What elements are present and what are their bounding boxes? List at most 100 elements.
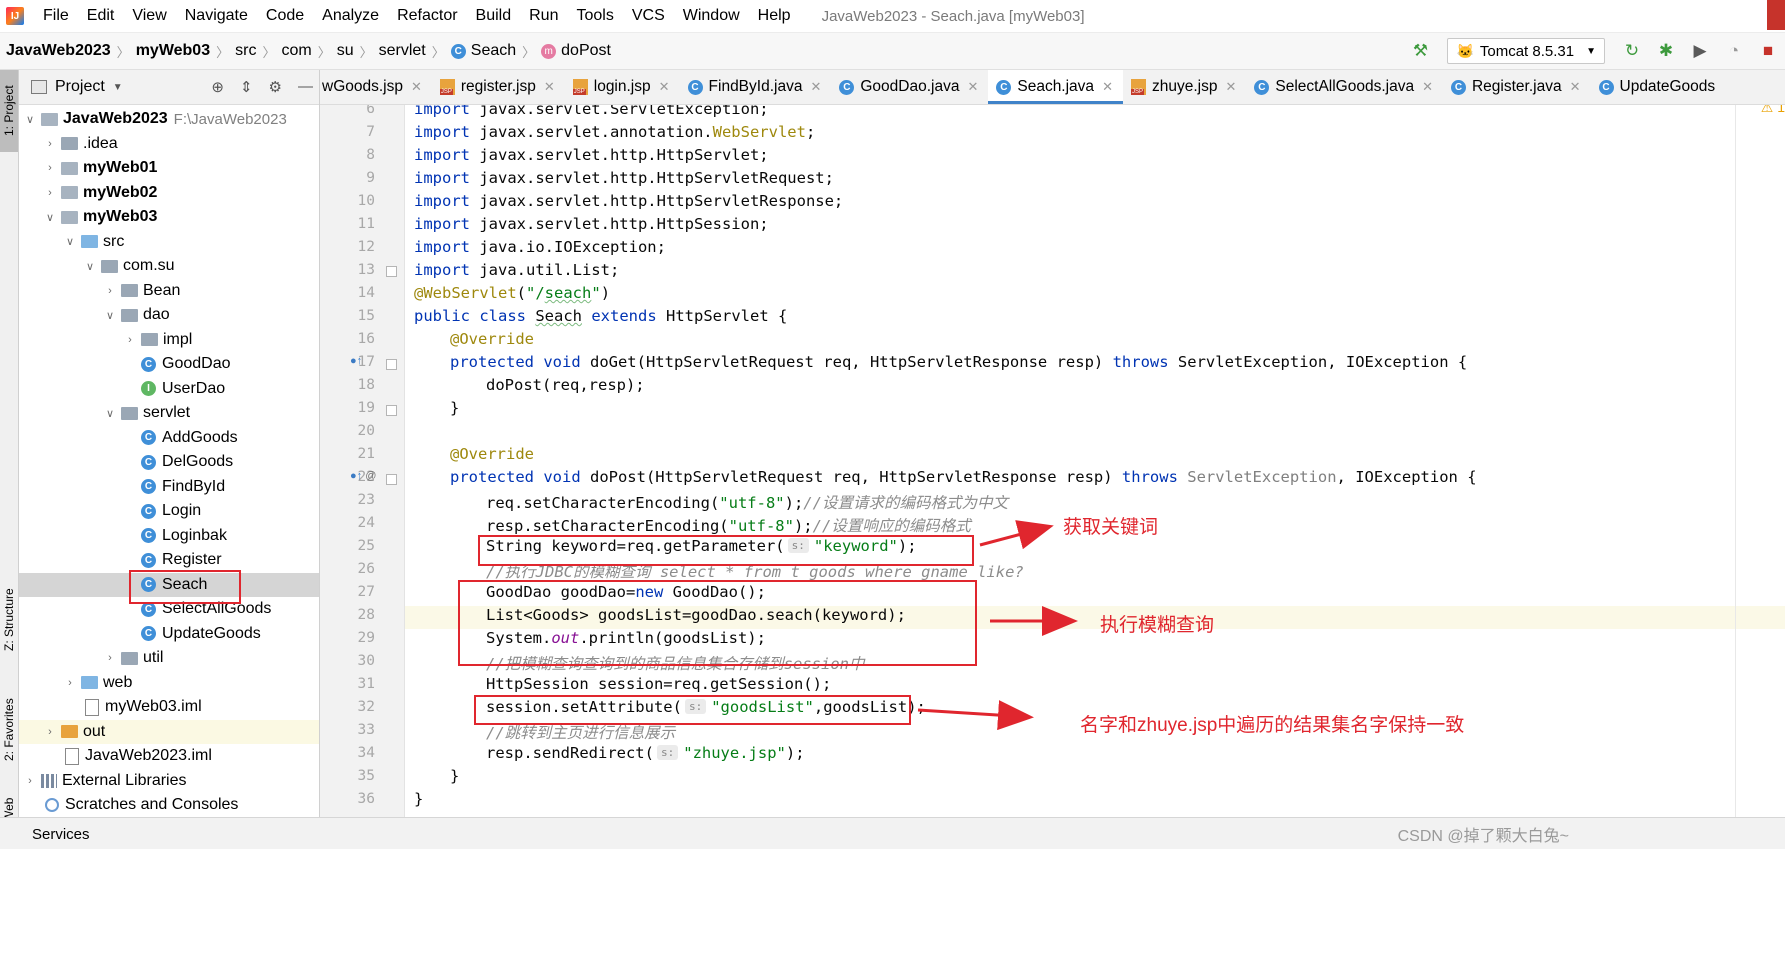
chevron-down-icon[interactable]: ∨ [43,211,57,224]
tab-wgoods-jsp[interactable]: wGoods.jsp ✕ [320,70,432,104]
crumb-su[interactable]: su [337,42,354,60]
tree-item[interactable]: › .idea [19,132,319,157]
close-icon[interactable]: ✕ [1570,79,1581,95]
menu-file[interactable]: File [34,7,78,25]
crumb-class[interactable]: Seach [471,42,516,60]
tree-item[interactable]: JavaWeb2023.iml [19,744,319,769]
tab-selectallgoods-java[interactable]: C SelectAllGoods.java ✕ [1246,70,1443,104]
menu-run[interactable]: Run [520,7,567,25]
services-tool-button[interactable]: Services [32,826,90,843]
chevron-down-icon[interactable]: ∨ [23,113,37,126]
close-icon[interactable]: ✕ [1422,79,1433,95]
menu-vcs[interactable]: VCS [623,7,674,25]
tree-item[interactable]: › web [19,671,319,696]
menu-analyze[interactable]: Analyze [313,7,388,25]
tree-item[interactable]: myWeb03.iml [19,695,319,720]
tree-item[interactable]: › out [19,719,319,744]
tree-item[interactable]: C DelGoods [19,450,319,475]
collapse-all-icon[interactable]: ⇕ [240,78,253,96]
chevron-down-icon[interactable]: ∨ [63,235,77,248]
chevron-right-icon[interactable]: › [43,726,57,738]
run-configuration-select[interactable]: 🐱 Tomcat 8.5.31 ▼ [1447,38,1605,64]
close-icon[interactable]: ✕ [967,79,978,95]
tab-favorites-tool[interactable]: 2: Favorites [0,685,18,775]
close-icon[interactable]: ✕ [544,79,555,95]
chevron-down-icon[interactable]: ∨ [103,309,117,322]
menu-tools[interactable]: Tools [567,7,622,25]
tab-project-tool[interactable]: 1: Project [0,70,18,152]
hide-minus-icon[interactable]: — [298,78,313,96]
crumb-servlet[interactable]: servlet [379,42,426,60]
tab-findbyid-java[interactable]: C FindById.java ✕ [680,70,832,104]
tree-item[interactable]: Scratches and Consoles [19,793,319,818]
rerun-icon[interactable]: ↻ [1622,41,1642,61]
close-icon[interactable]: ✕ [411,79,422,95]
tree-item[interactable]: › myWeb02 [19,181,319,206]
tree-item[interactable]: ∨ JavaWeb2023 F:\JavaWeb2023 [19,107,319,132]
fold-toggle-icon[interactable] [386,266,397,277]
tab-updategoods-java[interactable]: C UpdateGoods [1591,70,1726,104]
window-close-button[interactable] [1767,0,1785,30]
fold-toggle-icon[interactable] [386,474,397,485]
tab-login-jsp[interactable]: login.jsp ✕ [565,70,680,104]
override-method-icon[interactable]: ●↑ @ [350,470,376,482]
tree-item[interactable]: C Login [19,499,319,524]
tab-register-java[interactable]: C Register.java ✕ [1443,70,1591,104]
tree-item[interactable]: C UpdateGoods [19,622,319,647]
menu-view[interactable]: View [123,7,175,25]
tree-item[interactable]: › External Libraries [19,769,319,794]
project-panel-title[interactable]: Project [55,78,105,96]
tab-seach-java[interactable]: C Seach.java ✕ [988,70,1123,104]
tab-structure-tool[interactable]: Z: Structure [0,575,18,665]
crumb-src[interactable]: src [235,42,256,60]
tree-item[interactable]: ∨ com.su [19,254,319,279]
menu-build[interactable]: Build [467,7,521,25]
crumb-com[interactable]: com [281,42,311,60]
tree-item[interactable]: C AddGoods [19,426,319,451]
menu-help[interactable]: Help [749,7,800,25]
crumb-module[interactable]: myWeb03 [136,42,210,60]
close-icon[interactable]: ✕ [659,79,670,95]
tree-item[interactable]: › impl [19,328,319,353]
tree-item[interactable]: I UserDao [19,377,319,402]
tree-item[interactable]: › Bean [19,279,319,304]
tab-register-jsp[interactable]: register.jsp ✕ [432,70,565,104]
coverage-icon[interactable]: ▶ [1690,41,1710,61]
chevron-right-icon[interactable]: › [103,652,117,664]
chevron-right-icon[interactable]: › [103,285,117,297]
gear-icon[interactable]: ⚙ [269,78,282,96]
tree-item[interactable]: C Loginbak [19,524,319,549]
close-icon[interactable]: ✕ [810,79,821,95]
chevron-down-icon[interactable]: ∨ [103,407,117,420]
fold-toggle-icon[interactable] [386,359,397,370]
tree-item[interactable]: › myWeb01 [19,156,319,181]
chevron-right-icon[interactable]: › [43,187,57,199]
override-method-icon[interactable]: ●↑ [350,355,362,367]
menu-code[interactable]: Code [257,7,313,25]
chevron-right-icon[interactable]: › [123,334,137,346]
close-icon[interactable]: ✕ [1225,79,1236,95]
chevron-down-icon[interactable]: ▼ [113,82,123,93]
tab-zhuye-jsp[interactable]: zhuye.jsp ✕ [1123,70,1246,104]
tab-gooddao-java[interactable]: C GoodDao.java ✕ [831,70,988,104]
build-hammer-icon[interactable]: ⚒ [1410,41,1430,61]
tree-item[interactable]: ∨ dao [19,303,319,328]
menu-window[interactable]: Window [674,7,749,25]
profile-icon[interactable]: ◔ [1724,41,1744,61]
menu-edit[interactable]: Edit [78,7,124,25]
tree-item[interactable]: ∨ servlet [19,401,319,426]
tree-item[interactable]: C FindById [19,475,319,500]
tree-item[interactable]: ∨ src [19,230,319,255]
chevron-down-icon[interactable]: ∨ [83,260,97,273]
chevron-right-icon[interactable]: › [63,677,77,689]
tree-item[interactable]: › util [19,646,319,671]
fold-toggle-icon[interactable] [386,405,397,416]
debug-bug-icon[interactable]: ✱ [1656,41,1676,61]
chevron-right-icon[interactable]: › [43,138,57,150]
chevron-right-icon[interactable]: › [23,775,37,787]
tree-item[interactable]: ∨ myWeb03 [19,205,319,230]
chevron-right-icon[interactable]: › [43,162,57,174]
menu-navigate[interactable]: Navigate [176,7,257,25]
crumb-method[interactable]: doPost [561,42,611,60]
tree-item[interactable]: C GoodDao [19,352,319,377]
